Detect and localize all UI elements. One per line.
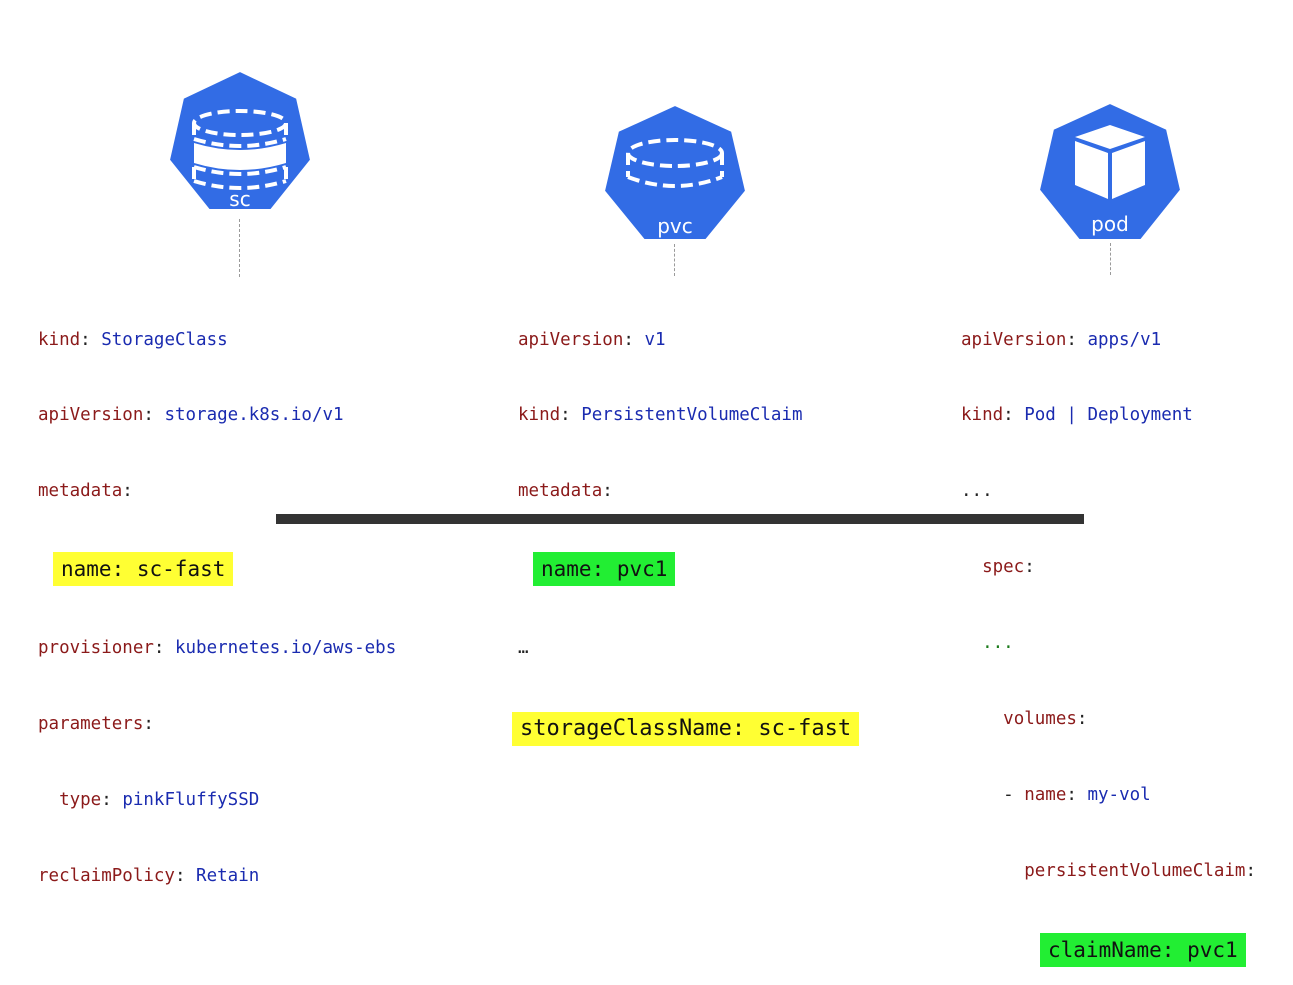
sc-name-highlight: name: sc-fast (53, 552, 234, 587)
pod-hexagon-icon: pod (1037, 101, 1183, 247)
pvc-label: pvc (657, 214, 693, 238)
video-caption-bar (276, 514, 1084, 524)
pod-yaml-block: apiVersion: apps/v1 kind: Pod | Deployme… (961, 277, 1256, 985)
pvc-hexagon-icon: pvc (602, 103, 748, 247)
claim-name-highlight: claimName: pvc1 (1040, 932, 1246, 967)
sc-label: sc (229, 187, 250, 211)
sc-yaml-block: kind: StorageClass apiVersion: storage.k… (38, 329, 397, 886)
pvc-name-highlight: name: pvc1 (533, 552, 676, 587)
storage-class-name-highlight: storageClassName: sc-fast (512, 711, 860, 746)
sc-hexagon-icon: sc (167, 69, 313, 219)
sc-connector (239, 219, 240, 277)
pvc-connector (674, 244, 675, 276)
pod-label: pod (1091, 212, 1129, 236)
pod-connector (1110, 243, 1111, 275)
